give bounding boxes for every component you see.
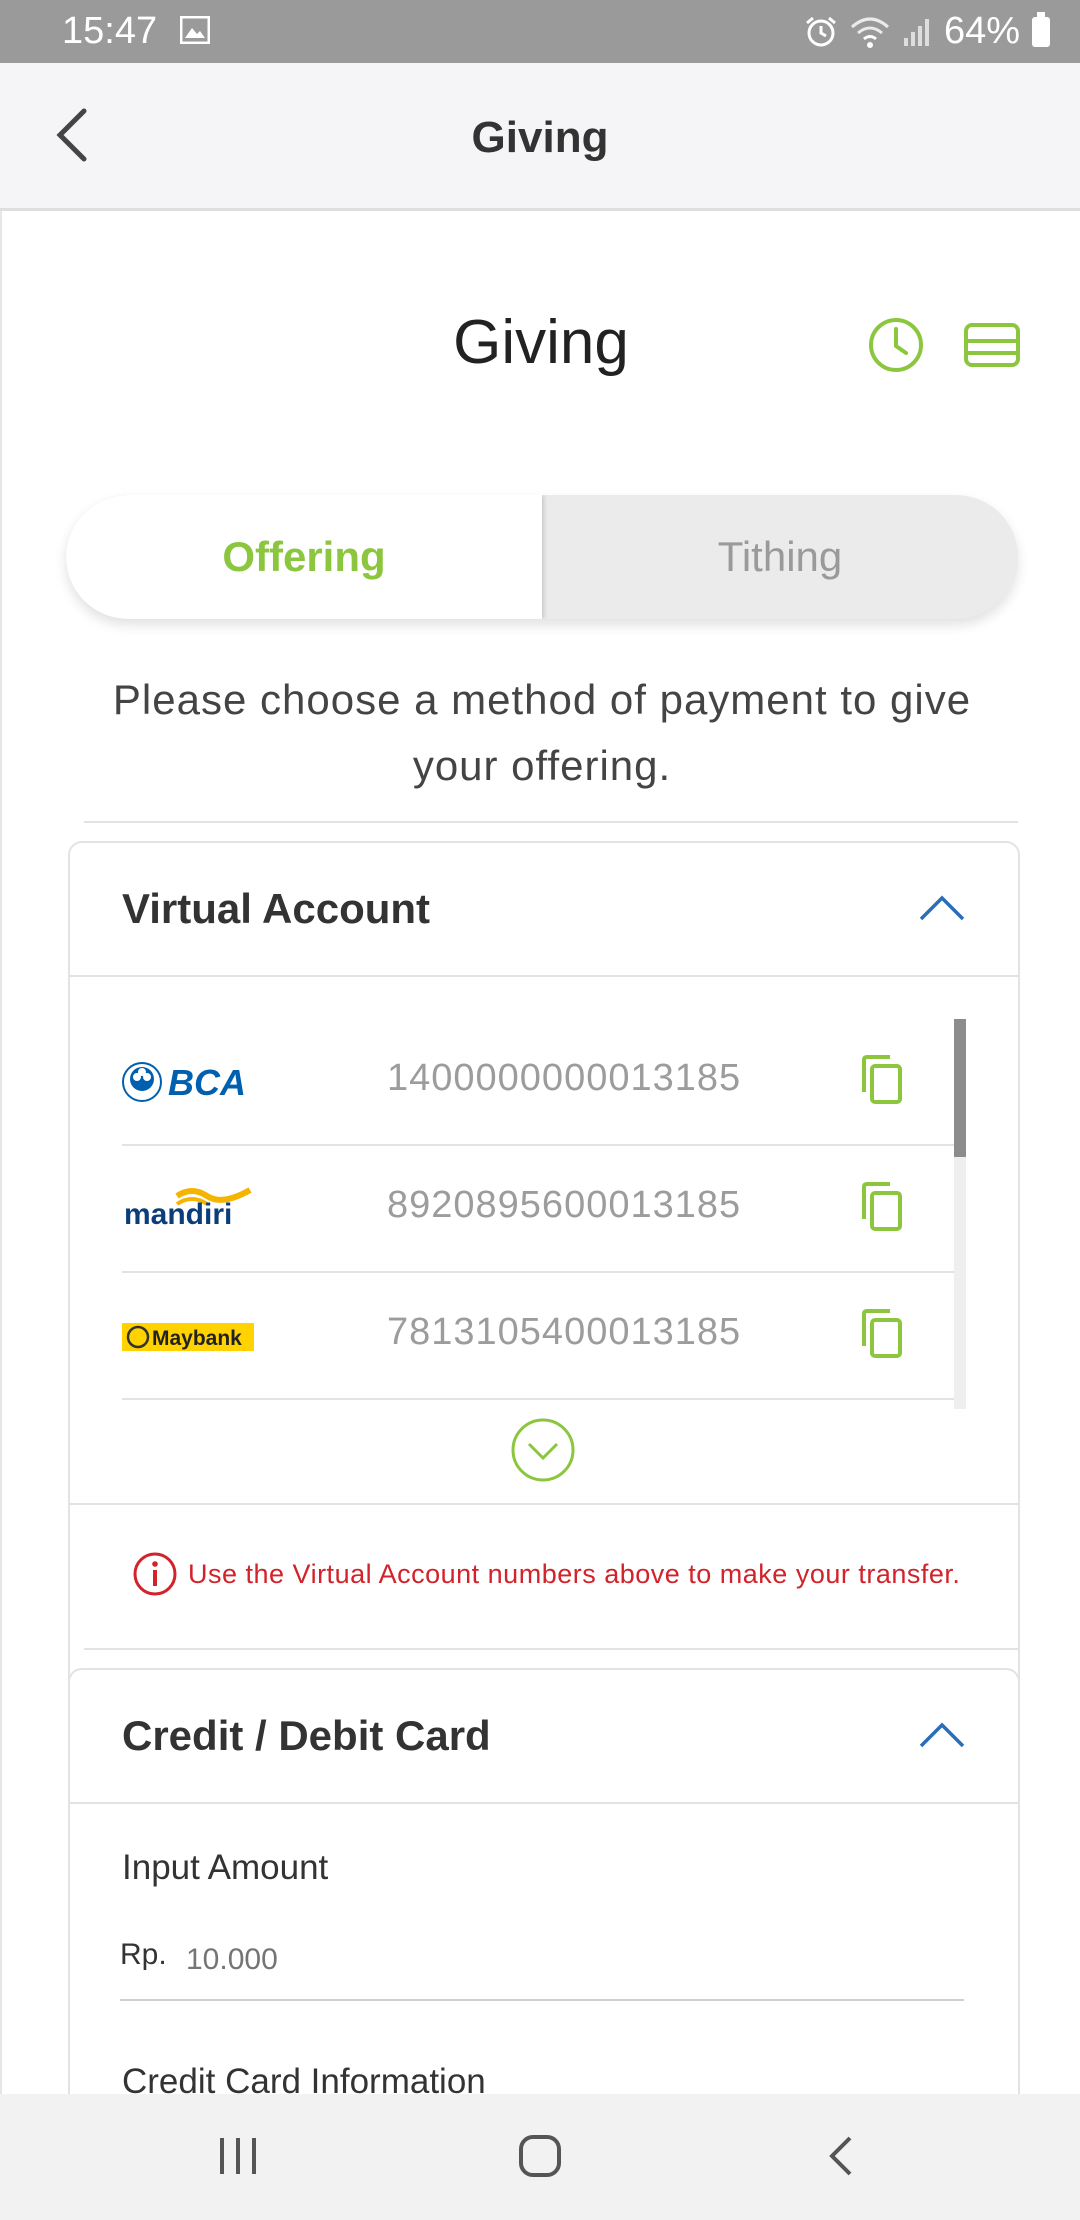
app-bar-title: Giving [471,113,609,162]
currency-prefix: Rp. [120,1938,167,1971]
amount-input-underline [120,1999,964,2001]
virtual-account-notice: Use the Virtual Account numbers above to… [132,1551,960,1597]
bca-account-number: 1400000000013185 [387,1057,742,1099]
card-info-label: Credit Card Information [122,2062,486,2094]
card-payment-panel: Credit / Debit Card Input Amount Rp. Cre… [68,1648,1020,2094]
system-back-icon[interactable] [824,2134,860,2178]
panel-divider [70,1503,1018,1505]
status-time: 15:47 [62,10,158,52]
bank-list-scrollbar-thumb[interactable] [954,1019,966,1157]
bca-logo: BCA [122,1062,246,1103]
wifi-icon [850,17,889,48]
svg-text:Maybank: Maybank [152,1327,242,1350]
status-icons: 64% [804,10,1050,53]
mandiri-logo: mandiri [124,1187,252,1231]
tab-offering[interactable]: Offering [66,495,542,619]
alarm-icon [805,16,836,46]
copy-icon[interactable] [860,1308,904,1360]
list-item-maybank: Maybank 7813105400013185 [122,1273,958,1400]
maybank-account-number: 7813105400013185 [387,1311,742,1353]
wallet-card-icon[interactable] [964,323,1020,367]
bank-list[interactable]: BCA 1400000000013185 mandiri 89208956000… [122,1019,958,1415]
home-icon[interactable] [518,2134,562,2178]
copy-icon[interactable] [860,1054,904,1106]
recent-apps-icon[interactable] [218,2134,260,2178]
panel-top-divider [84,1648,1018,1650]
giving-type-tabs: Offering Tithing [66,495,1018,619]
svg-text:mandiri: mandiri [124,1198,232,1231]
payment-instruction: Please choose a method of payment to giv… [112,676,972,789]
notice-text: Use the Virtual Account numbers above to… [188,1558,961,1589]
copy-icon[interactable] [860,1181,904,1233]
input-amount-label: Input Amount [122,1848,329,1887]
system-navigation-bar [0,2094,1080,2220]
show-more-chevron-down-icon[interactable] [510,1417,576,1483]
battery-percent: 64% [943,10,1020,52]
status-bar: 15:47 64% [0,0,1080,63]
list-item-mandiri: mandiri 8920895600013185 [122,1146,958,1273]
history-clock-icon[interactable] [868,317,924,373]
card-payment-header[interactable]: Credit / Debit Card [70,1670,1018,1804]
svg-text:BCA: BCA [168,1062,246,1103]
card-payment-title: Credit / Debit Card [122,1712,491,1759]
tab-tithing[interactable]: Tithing [542,495,1018,619]
app-bar: Giving [0,63,1080,211]
image-notification-icon [180,16,210,44]
amount-input[interactable] [184,1942,888,1978]
maybank-logo: Maybank [122,1323,254,1351]
mandiri-account-number: 8920895600013185 [387,1184,742,1226]
list-item-bca: BCA 1400000000013185 [122,1019,958,1146]
chevron-up-icon[interactable] [918,1720,966,1750]
battery-icon [1032,11,1050,47]
info-alert-icon [133,1552,177,1596]
signal-icon [903,18,929,46]
panel-top-divider [84,821,1018,823]
virtual-account-title: Virtual Account [122,885,431,932]
virtual-account-header[interactable]: Virtual Account [70,843,1018,977]
chevron-up-icon[interactable] [918,893,966,923]
giving-content[interactable]: Giving Offering Tithing Please choose a … [0,211,1080,2094]
